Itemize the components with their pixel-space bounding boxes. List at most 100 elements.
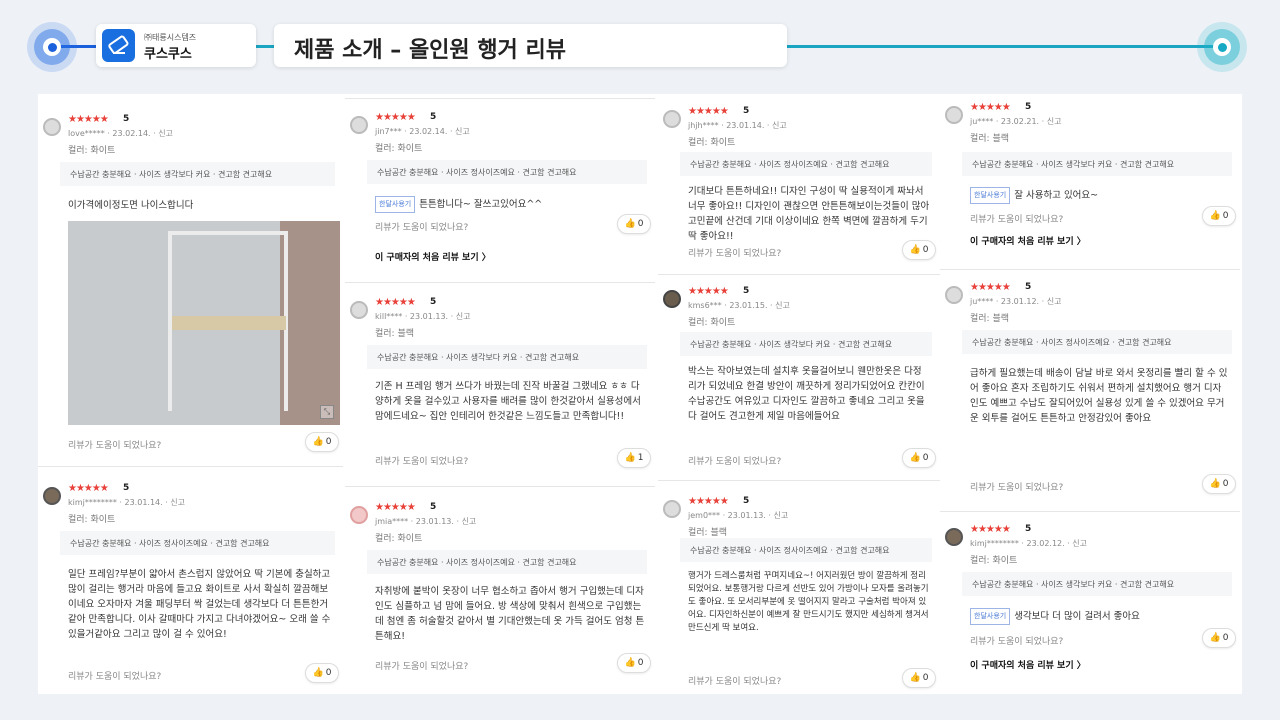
star-rating: ★★★★★ [375, 112, 416, 123]
like-button[interactable]: 👍 1 [617, 448, 651, 468]
review-meta: ju**** · 23.01.12. · 신고 [970, 297, 1062, 306]
divider [345, 282, 655, 283]
review-score: 5 [743, 106, 750, 116]
helpful-question: 리뷰가 도움이 되었나요? [688, 457, 782, 467]
avatar [663, 110, 681, 128]
review-option: 컬러: 화이트 [68, 146, 116, 156]
review-card: ★★★★★ 5 love***** · 23.02.14. · 신고 컬러: 화… [38, 114, 343, 464]
like-button[interactable]: 👍 0 [305, 663, 339, 683]
avatar [945, 106, 963, 124]
review-option: 컬러: 화이트 [688, 138, 736, 148]
review-option: 컬러: 블랙 [375, 329, 415, 339]
avatar [350, 116, 368, 134]
thumbs-up-icon: 👍 [312, 668, 324, 678]
review-meta: ju**** · 23.02.21. · 신고 [970, 117, 1062, 126]
helpful-question: 리뷰가 도움이 되었나요? [970, 215, 1064, 225]
review-tags: 수납공간 충분해요 · 사이즈 정사이즈예요 · 견고함 견고해요 [680, 152, 932, 176]
review-column: ★★★★★ 5 jin7*** · 23.02.14. · 신고 컬러: 화이트… [345, 94, 655, 694]
review-meta: jem0*** · 23.01.13. · 신고 [688, 511, 789, 520]
review-score: 5 [743, 286, 750, 296]
review-body: 일단 프레임?부분이 얇아서 촌스럽지 않았어요 딱 기본에 충실하고 많이 걸… [68, 569, 331, 640]
like-button[interactable]: 👍 0 [1202, 628, 1236, 648]
expand-icon[interactable]: ⤡ [320, 405, 334, 419]
company-logo-icon [102, 29, 135, 62]
like-button[interactable]: 👍 0 [902, 448, 936, 468]
review-tags: 수납공간 충분해요 · 사이즈 생각보다 커요 · 견고함 견고해요 [60, 162, 335, 186]
helpful-question: 리뷰가 도움이 되었나요? [688, 677, 782, 687]
title-box: 제품 소개 – 올인원 행거 리뷰 [274, 24, 787, 67]
review-body: 자취방에 붙박이 옷장이 너무 협소하고 좁아서 행거 구입했는데 디자인도 심… [375, 586, 645, 642]
review-body: 튼튼합니다~ 잘쓰고있어요^^ [419, 199, 543, 210]
review-card: ★★★★★ 5 kimj******** · 23.02.12. · 신고 컬러… [940, 524, 1240, 694]
like-button[interactable]: 👍 0 [902, 668, 936, 688]
review-body: 행거가 드레스룸처럼 꾸며지네요~! 어지러웠던 방이 깔끔하게 정리되었어요.… [688, 571, 929, 633]
star-rating: ★★★★★ [688, 496, 729, 507]
divider [940, 511, 1240, 512]
star-rating: ★★★★★ [68, 114, 109, 125]
like-count: 0 [325, 668, 332, 678]
like-button[interactable]: 👍 0 [305, 432, 339, 452]
review-column: ★★★★★ 5 love***** · 23.02.14. · 신고 컬러: 화… [38, 94, 343, 694]
review-body: 잘 사용하고 있어요~ [1014, 190, 1099, 201]
review-tags: 수납공간 충분해요 · 사이즈 정사이즈예요 · 견고함 견고해요 [60, 531, 335, 555]
like-count: 0 [1222, 633, 1229, 643]
review-meta: kill**** · 23.01.13. · 신고 [375, 312, 471, 321]
review-meta: jhjh**** · 23.01.14. · 신고 [688, 121, 787, 130]
review-tags: 수납공간 충분해요 · 사이즈 정사이즈예요 · 견고함 견고해요 [680, 538, 932, 562]
review-card: ★★★★★ 5 jhjh**** · 23.01.14. · 신고 컬러: 화이… [658, 106, 940, 271]
review-card: ★★★★★ 5 jmia**** · 23.01.13. · 신고 컬러: 화이… [345, 502, 655, 692]
first-review-link[interactable]: 이 구매자의 처음 리뷰 보기 〉 [970, 658, 1086, 671]
first-review-link[interactable]: 이 구매자의 처음 리뷰 보기 〉 [375, 250, 491, 263]
thumbs-up-icon: 👍 [1209, 633, 1221, 643]
review-option: 컬러: 화이트 [688, 318, 736, 328]
divider [658, 480, 940, 481]
avatar [43, 487, 61, 505]
thumbs-up-icon: 👍 [312, 437, 324, 447]
company-subtitle: ㈜태룡시스템즈 [144, 33, 197, 42]
review-body: 기존 H 프레임 행거 쓰다가 바꿨는데 진작 바꿀걸 그랬네요 ㅎㅎ 다양하게… [375, 381, 641, 422]
review-score: 5 [743, 496, 750, 506]
review-score: 5 [1025, 524, 1032, 534]
like-count: 1 [637, 453, 644, 463]
review-card: ★★★★★ 5 jem0*** · 23.01.13. · 신고 컬러: 블랙 … [658, 496, 940, 694]
review-body: 생각보다 더 많이 걸려서 좋아요 [1014, 611, 1140, 622]
review-option: 컬러: 블랙 [970, 314, 1010, 324]
like-button[interactable]: 👍 0 [617, 214, 651, 234]
avatar [350, 506, 368, 524]
divider [940, 269, 1240, 270]
monthly-use-badge: 한달사용기 [375, 196, 416, 213]
star-rating: ★★★★★ [375, 502, 416, 513]
review-meta: jin7*** · 23.02.14. · 신고 [375, 127, 470, 136]
review-option: 컬러: 화이트 [970, 556, 1018, 566]
star-rating: ★★★★★ [375, 297, 416, 308]
review-option: 컬러: 블랙 [688, 528, 728, 538]
helpful-question: 리뷰가 도움이 되었나요? [375, 457, 469, 467]
monthly-use-badge: 한달사용기 [970, 608, 1011, 625]
first-review-link[interactable]: 이 구매자의 처음 리뷰 보기 〉 [970, 234, 1086, 247]
review-score: 5 [1025, 102, 1032, 112]
star-rating: ★★★★★ [970, 524, 1011, 535]
company-logo-box: ㈜태룡시스템즈 쿠스쿠스 [96, 24, 256, 67]
review-tags: 수납공간 충분해요 · 사이즈 생각보다 커요 · 견고함 견고해요 [367, 345, 647, 369]
review-option: 컬러: 블랙 [970, 134, 1010, 144]
star-rating: ★★★★★ [970, 102, 1011, 113]
like-button[interactable]: 👍 0 [617, 653, 651, 673]
like-button[interactable]: 👍 0 [902, 240, 936, 260]
helpful-question: 리뷰가 도움이 되었나요? [970, 483, 1064, 493]
helpful-question: 리뷰가 도움이 되었나요? [688, 249, 782, 259]
review-score: 5 [430, 112, 437, 122]
helpful-question: 리뷰가 도움이 되었나요? [375, 223, 469, 233]
like-count: 0 [922, 673, 929, 683]
star-rating: ★★★★★ [688, 106, 729, 117]
like-button[interactable]: 👍 0 [1202, 474, 1236, 494]
thumbs-up-icon: 👍 [909, 245, 921, 255]
like-count: 0 [1222, 211, 1229, 221]
review-score: 5 [430, 502, 437, 512]
avatar [350, 301, 368, 319]
review-photo[interactable]: ⤡ [68, 221, 340, 425]
like-button[interactable]: 👍 0 [1202, 206, 1236, 226]
review-tags: 수납공간 충분해요 · 사이즈 정사이즈예요 · 견고함 견고해요 [367, 550, 647, 574]
review-body: 박스는 작아보였는데 설치후 옷을걸어보니 웬만한옷은 다정리가 되었네요 한결… [688, 366, 925, 422]
review-column: ★★★★★ 5 ju**** · 23.02.21. · 신고 컬러: 블랙 수… [940, 94, 1240, 694]
review-score: 5 [1025, 282, 1032, 292]
